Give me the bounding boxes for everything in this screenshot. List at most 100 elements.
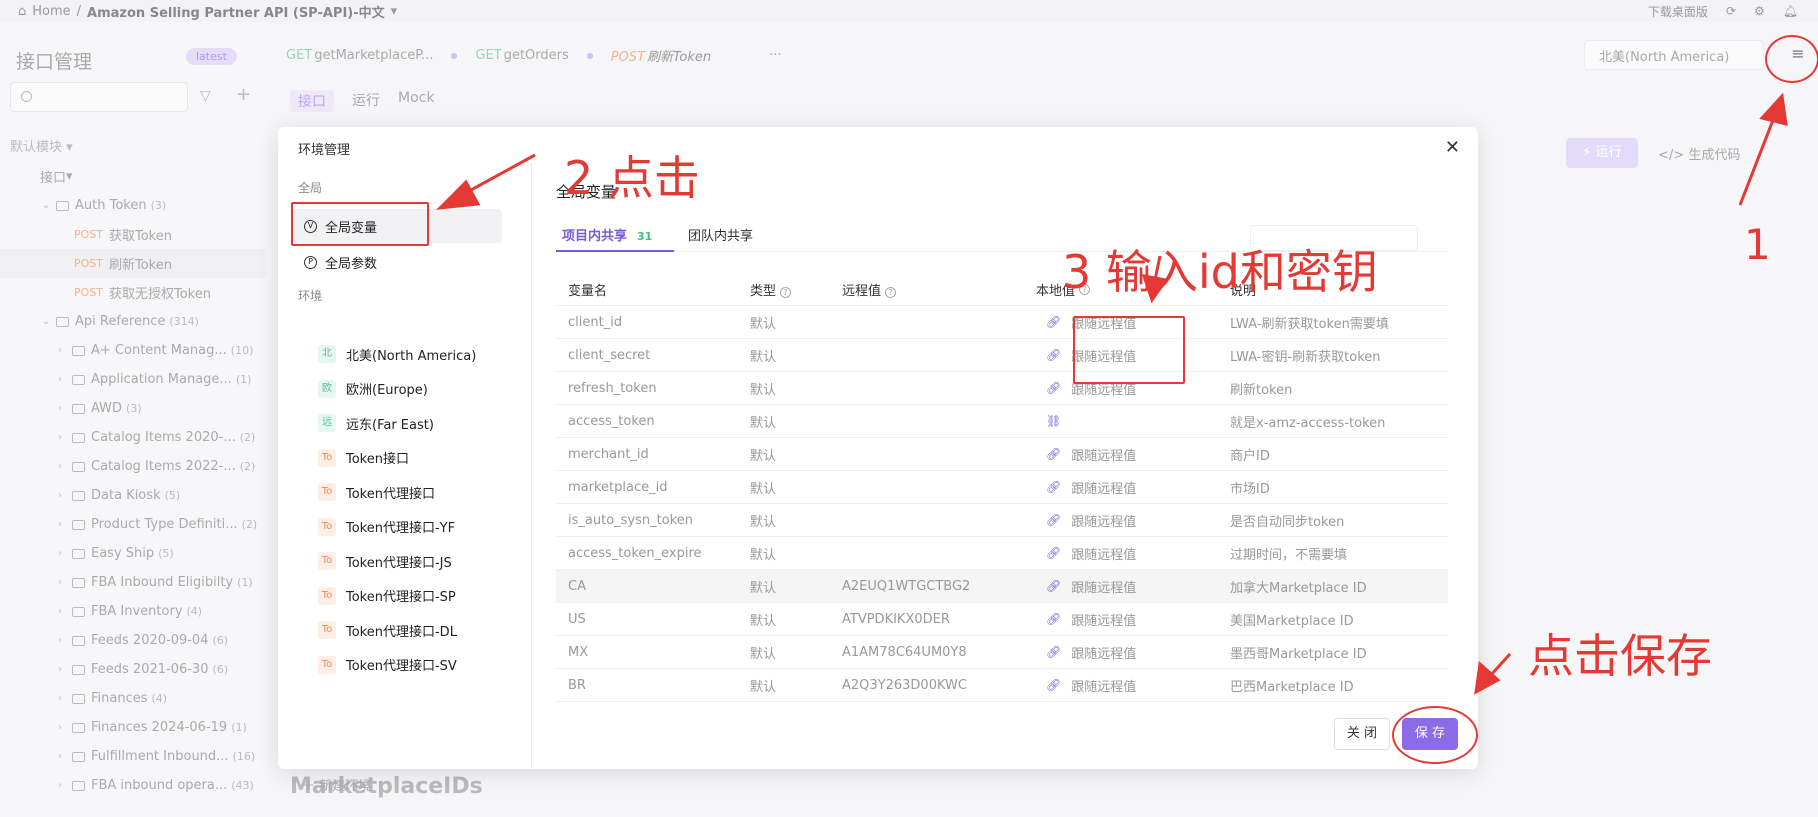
chevron-right-icon[interactable]: › (58, 780, 66, 791)
var-type[interactable]: 默认 (750, 478, 842, 497)
api-item[interactable]: POST 获取Token (0, 220, 266, 249)
env-item[interactable]: To Token代理接口-SV (318, 650, 457, 680)
add-icon[interactable]: + (236, 84, 251, 105)
var-local-value[interactable]: 跟随远程值 (1071, 577, 1136, 596)
var-remote-value[interactable]: A2EUQ1WTGCTBG2 (842, 579, 1036, 594)
var-name[interactable]: client_secret (556, 348, 750, 363)
api-item[interactable]: POST 刷新Token (0, 249, 266, 278)
home-icon[interactable]: ⌂ (18, 4, 26, 19)
var-local-value[interactable]: 跟随远程值 (1071, 643, 1136, 662)
chevron-right-icon[interactable]: › (58, 606, 66, 617)
link-icon[interactable]: 🔗︎ (1046, 513, 1061, 527)
tab-team-shared[interactable]: 团队内共享 (688, 225, 753, 244)
var-remote-value[interactable]: A1AM78C64UM0Y8 (842, 645, 1036, 660)
sidebar-search-input[interactable] (10, 82, 188, 112)
var-type[interactable]: 默认 (750, 577, 842, 596)
tree-folder[interactable]: › A+ Content Manag... (10) (0, 336, 266, 365)
tab-request-1[interactable]: GET getMarketplaceP... (286, 48, 433, 63)
sync-icon[interactable]: ⟳ (1726, 4, 1736, 18)
var-description[interactable]: 就是x-amz-access-token (1230, 412, 1448, 431)
env-item[interactable]: 北北美(North America) (318, 339, 476, 369)
chevron-right-icon[interactable]: › (58, 751, 66, 762)
var-description[interactable]: 是否自动同步token (1230, 511, 1448, 530)
link-icon[interactable]: 🔗︎ (1046, 612, 1061, 626)
chevron-right-icon[interactable]: › (58, 577, 66, 588)
tree-folder[interactable]: › Easy Ship (5) (0, 539, 266, 568)
chevron-down-icon[interactable]: ⌄ (42, 316, 50, 327)
chevron-right-icon[interactable]: › (58, 403, 66, 414)
more-icon[interactable]: ··· (769, 48, 781, 63)
var-local-value[interactable]: 跟随远程值 (1071, 478, 1136, 497)
breadcrumb-project[interactable]: Amazon Selling Partner API (SP-API)-中文 (87, 2, 385, 21)
link-icon[interactable]: ⛓︎ (1046, 414, 1061, 428)
tree-folder[interactable]: › Catalog Items 2020-... (2) (0, 423, 266, 452)
breadcrumb-home[interactable]: Home (32, 4, 70, 19)
chevron-right-icon[interactable]: › (58, 635, 66, 646)
env-item[interactable]: To Token代理接口-DL (318, 615, 457, 645)
tree-folder[interactable]: › FBA inbound opera... (43) (0, 771, 266, 800)
var-name[interactable]: marketplace_id (556, 480, 750, 495)
tree-folder[interactable]: › Application Manage... (1) (0, 365, 266, 394)
env-item[interactable]: To Token代理接口-SP (318, 581, 456, 611)
table-row[interactable]: refresh_token 默认 🔗︎ 跟随远程值 刷新token (556, 372, 1448, 405)
var-description[interactable]: 巴西Marketplace ID (1230, 676, 1448, 695)
var-description[interactable]: 墨西哥Marketplace ID (1230, 643, 1448, 662)
var-type[interactable]: 默认 (750, 511, 842, 530)
tree-folder[interactable]: › Data Kiosk (5) (0, 481, 266, 510)
env-item[interactable]: To Token接口 (318, 443, 409, 473)
link-icon[interactable]: 🔗︎ (1046, 546, 1061, 560)
var-description[interactable]: 市场ID (1230, 478, 1448, 497)
var-type[interactable]: 默认 (750, 610, 842, 629)
gear-icon[interactable]: ⚙ (1754, 4, 1765, 18)
var-name[interactable]: merchant_id (556, 447, 750, 462)
tree-folder[interactable]: ⌄ Auth Token (3) (0, 191, 266, 220)
var-type[interactable]: 默认 (750, 313, 842, 332)
table-row[interactable]: CA 默认 A2EUQ1WTGCTBG2 🔗︎ 跟随远程值 加拿大Marketplace … (556, 570, 1448, 603)
chevron-right-icon[interactable]: › (58, 345, 66, 356)
table-row[interactable]: client_secret 默认 🔗︎ 跟随远程值 LWA-密钥-刷新获取token (556, 339, 1448, 372)
env-item[interactable]: 远远东(Far East) (318, 408, 434, 438)
table-row[interactable]: access_token 默认 ⛓︎ 就是x-amz-access-token (556, 405, 1448, 438)
var-description[interactable]: 美国Marketplace ID (1230, 610, 1448, 629)
api-item[interactable]: POST 获取无授权Token (0, 278, 266, 307)
tab-request-3[interactable]: POST 刷新Token (611, 46, 711, 65)
link-icon[interactable]: 🔗︎ (1046, 381, 1061, 395)
link-icon[interactable]: 🔗︎ (1046, 315, 1061, 329)
tree-folder[interactable]: › Catalog Items 2022-... (2) (0, 452, 266, 481)
var-local-value[interactable]: 跟随远程值 (1071, 511, 1136, 530)
tree-folder[interactable]: › FBA Inventory (4) (0, 597, 266, 626)
var-name[interactable]: refresh_token (556, 381, 750, 396)
table-row[interactable]: MX 默认 A1AM78C64UM0Y8 🔗︎ 跟随远程值 墨西哥Marketplace … (556, 636, 1448, 669)
nav-global-params[interactable]: P 全局参数 (292, 245, 502, 279)
var-name[interactable]: US (556, 612, 750, 627)
var-name[interactable]: CA (556, 579, 750, 594)
tree-folder[interactable]: › Feeds 2021-06-30 (6) (0, 655, 266, 684)
table-row[interactable]: is_auto_sysn_token 默认 🔗︎ 跟随远程值 是否自动同步token (556, 504, 1448, 537)
link-icon[interactable]: 🔗︎ (1046, 348, 1061, 362)
bell-icon[interactable]: 🔔︎ (1783, 4, 1798, 18)
var-name[interactable]: access_token (556, 414, 750, 429)
chevron-down-icon[interactable]: ⌄ (42, 200, 50, 211)
var-description[interactable]: 刷新token (1230, 379, 1448, 398)
link-icon[interactable]: 🔗︎ (1046, 480, 1061, 494)
var-name[interactable]: client_id (556, 315, 750, 330)
chevron-right-icon[interactable]: › (58, 519, 66, 530)
tree-folder[interactable]: › Finances (4) (0, 684, 266, 713)
tree-folder[interactable]: › Finances 2024-06-19 (1) (0, 713, 266, 742)
var-type[interactable]: 默认 (750, 379, 842, 398)
tab-mock[interactable]: Mock (398, 90, 434, 112)
table-row[interactable]: merchant_id 默认 🔗︎ 跟随远程值 商户ID (556, 438, 1448, 471)
chevron-right-icon[interactable]: › (58, 664, 66, 675)
var-description[interactable]: LWA-刷新获取token需要填 (1230, 313, 1448, 332)
tree-folder[interactable]: › Fulfillment Inbound... (16) (0, 742, 266, 771)
var-name[interactable]: is_auto_sysn_token (556, 513, 750, 528)
table-row[interactable]: client_id 默认 🔗︎ 跟随远程值 LWA-刷新获取token需要填 (556, 306, 1448, 339)
var-local-value[interactable]: 跟随远程值 (1071, 610, 1136, 629)
var-local-value[interactable]: 跟随远程值 (1071, 544, 1136, 563)
chevron-down-icon[interactable]: ▾ (391, 4, 398, 19)
env-item[interactable]: To Token代理接口-JS (318, 546, 452, 576)
var-type[interactable]: 默认 (750, 676, 842, 695)
var-type[interactable]: 默认 (750, 643, 842, 662)
var-description[interactable]: 过期时间，不需要填 (1230, 544, 1448, 563)
table-row[interactable]: BR 默认 A2Q3Y263D00KWC 🔗︎ 跟随远程值 巴西Marketplace I… (556, 669, 1448, 702)
